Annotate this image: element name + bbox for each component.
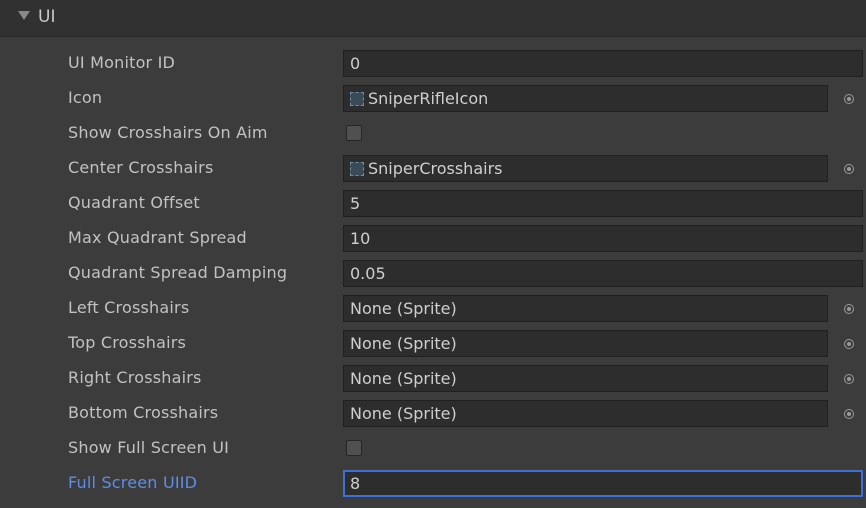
full-screen-uiid-field[interactable]: 8: [343, 470, 863, 497]
quadrant-offset-field[interactable]: 5: [343, 190, 863, 217]
bottom-crosshairs-label: Bottom Crosshairs: [68, 403, 219, 422]
object-picker-icon[interactable]: [844, 409, 854, 419]
object-picker-icon[interactable]: [844, 339, 854, 349]
icon-object-value: SniperRifleIcon: [368, 89, 489, 108]
left-crosshairs-object-field[interactable]: None (Sprite): [343, 295, 828, 322]
top-crosshairs-label: Top Crosshairs: [68, 333, 187, 352]
right-crosshairs-object-field[interactable]: None (Sprite): [343, 365, 828, 392]
bottom-crosshairs-object-field[interactable]: None (Sprite): [343, 400, 828, 427]
max-quadrant-spread-field[interactable]: 10: [343, 225, 863, 252]
show-crosshairs-on-aim-checkbox[interactable]: [346, 125, 362, 141]
object-picker-icon[interactable]: [844, 304, 854, 314]
quadrant-offset-label: Quadrant Offset: [68, 193, 200, 212]
object-picker-icon[interactable]: [844, 94, 854, 104]
row-icon: Icon SniperRifleIcon: [0, 82, 866, 116]
row-show-full-screen-ui: Show Full Screen UI: [0, 432, 866, 466]
left-crosshairs-label: Left Crosshairs: [68, 298, 190, 317]
row-left-crosshairs: Left Crosshairs None (Sprite): [0, 292, 866, 326]
full-screen-uiid-label: Full Screen UIID: [68, 473, 198, 492]
object-picker-icon[interactable]: [844, 374, 854, 384]
icon-label: Icon: [68, 88, 103, 107]
center-crosshairs-value: SniperCrosshairs: [368, 159, 503, 178]
show-full-screen-ui-label: Show Full Screen UI: [68, 438, 230, 457]
max-quadrant-spread-label: Max Quadrant Spread: [68, 228, 247, 247]
row-bottom-crosshairs: Bottom Crosshairs None (Sprite): [0, 397, 866, 431]
foldout-arrow-icon[interactable]: [18, 11, 30, 20]
row-top-crosshairs: Top Crosshairs None (Sprite): [0, 327, 866, 361]
row-ui-monitor-id: UI Monitor ID 0: [0, 47, 866, 81]
ui-monitor-id-field[interactable]: 0: [343, 50, 863, 77]
row-right-crosshairs: Right Crosshairs None (Sprite): [0, 362, 866, 396]
row-full-screen-uiid: Full Screen UIID 8: [0, 467, 866, 501]
show-full-screen-ui-checkbox[interactable]: [346, 440, 362, 456]
top-crosshairs-object-field[interactable]: None (Sprite): [343, 330, 828, 357]
quadrant-spread-damping-label: Quadrant Spread Damping: [68, 263, 288, 282]
row-quadrant-offset: Quadrant Offset 5: [0, 187, 866, 221]
icon-object-field[interactable]: SniperRifleIcon: [343, 85, 828, 112]
object-picker-icon[interactable]: [844, 164, 854, 174]
sprite-asset-icon: [350, 162, 364, 176]
row-center-crosshairs: Center Crosshairs SniperCrosshairs: [0, 152, 866, 186]
foldout-title: UI: [38, 7, 56, 27]
center-crosshairs-object-field[interactable]: SniperCrosshairs: [343, 155, 828, 182]
row-quadrant-spread-damping: Quadrant Spread Damping 0.05: [0, 257, 866, 291]
show-crosshairs-on-aim-label: Show Crosshairs On Aim: [68, 123, 268, 142]
center-crosshairs-label: Center Crosshairs: [68, 158, 214, 177]
right-crosshairs-label: Right Crosshairs: [68, 368, 202, 387]
ui-foldout-header[interactable]: UI: [0, 0, 866, 37]
row-max-quadrant-spread: Max Quadrant Spread 10: [0, 222, 866, 256]
ui-monitor-id-label: UI Monitor ID: [68, 53, 176, 72]
row-show-crosshairs-on-aim: Show Crosshairs On Aim: [0, 117, 866, 151]
sprite-asset-icon: [350, 92, 364, 106]
quadrant-spread-damping-field[interactable]: 0.05: [343, 260, 863, 287]
